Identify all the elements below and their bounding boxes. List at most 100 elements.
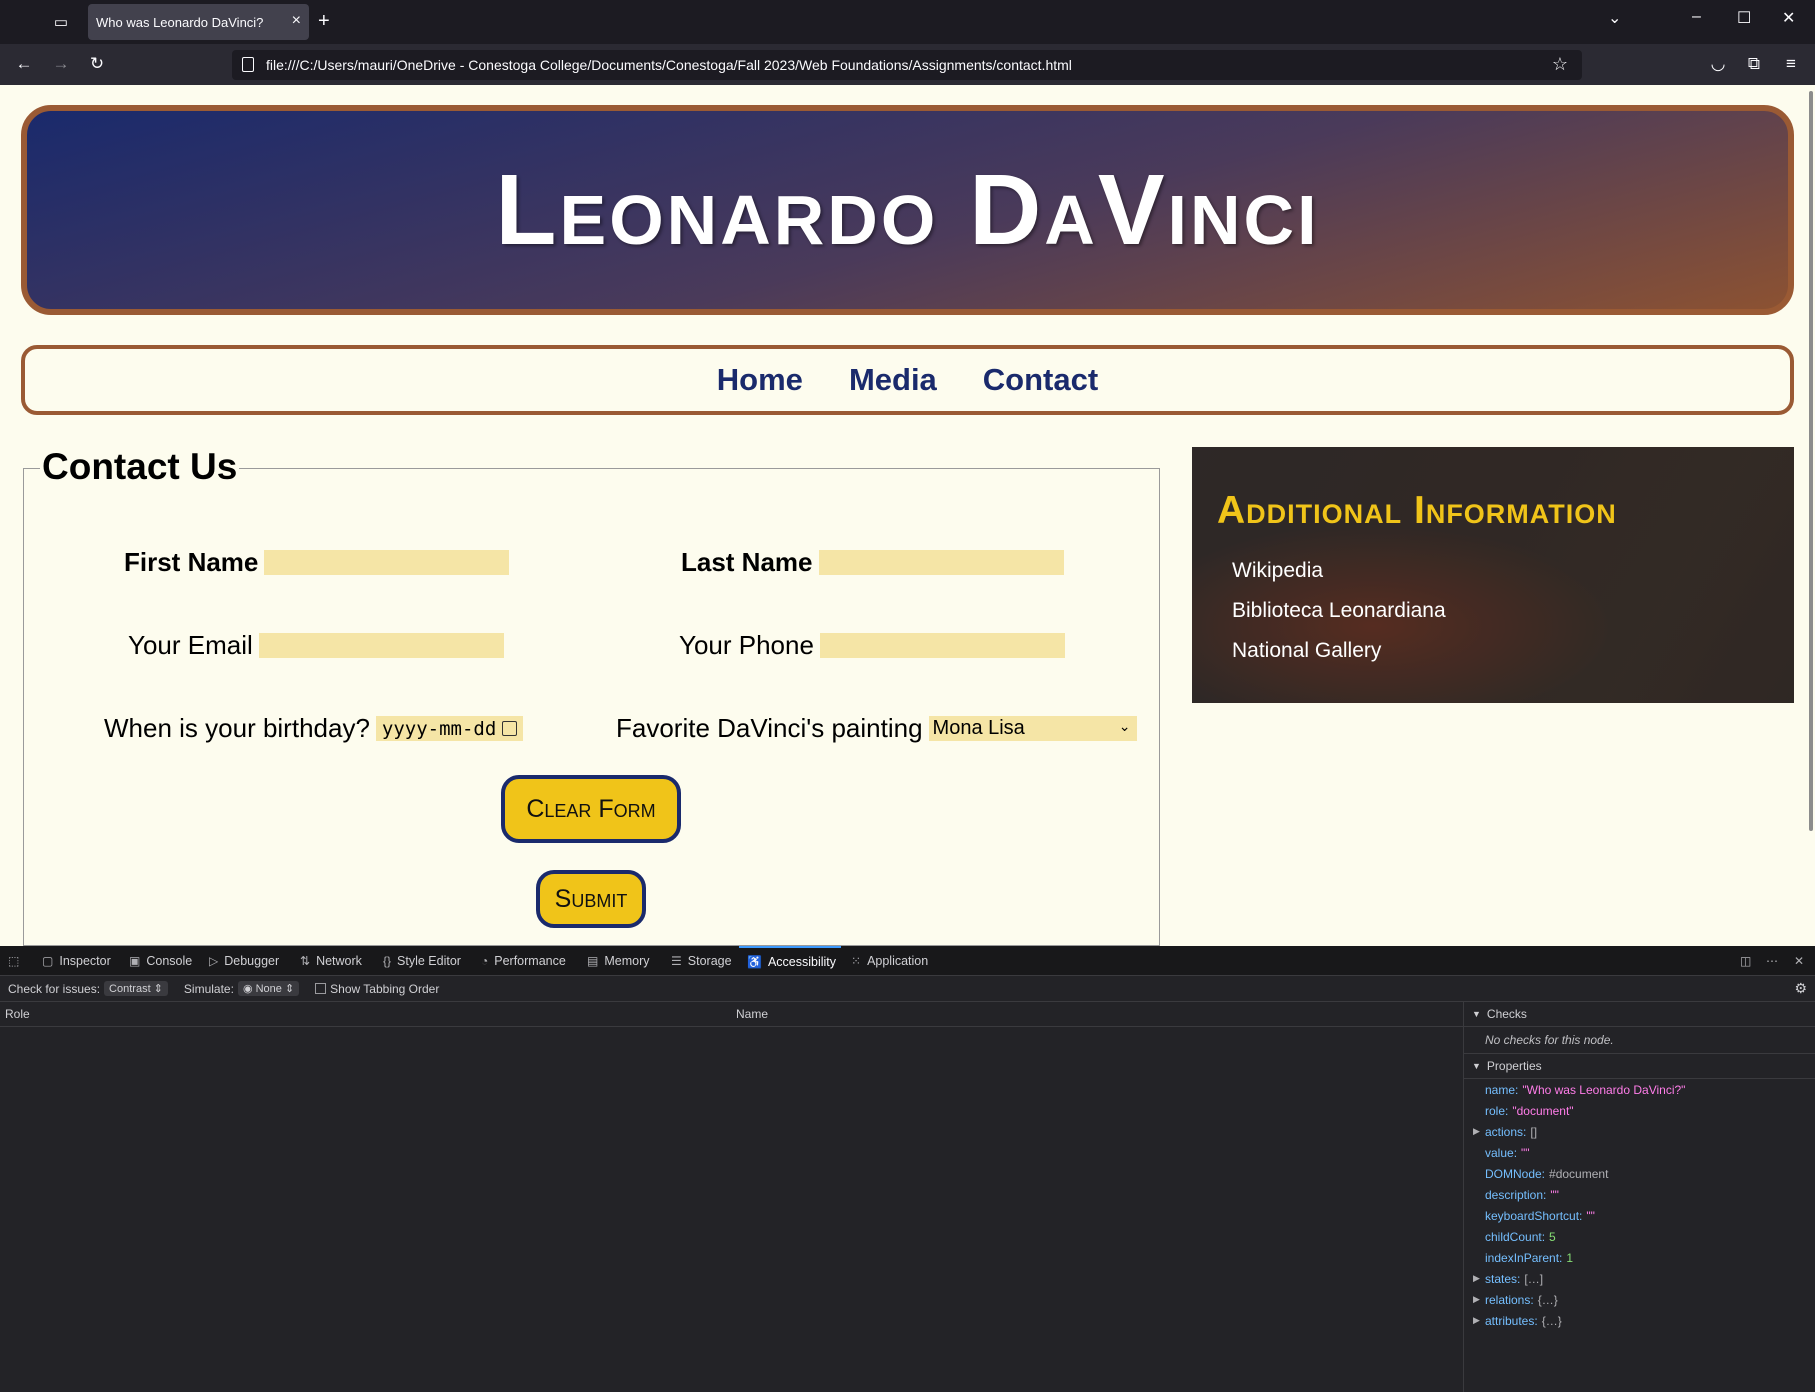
property-key: name: xyxy=(1485,1082,1519,1097)
calendar-icon[interactable] xyxy=(502,721,518,736)
browser-window: ▭ Who was Leonardo DaVinci? × + ⌄ – ☐ ✕ … xyxy=(0,0,1815,1392)
properties-section-header[interactable]: ▼ Properties xyxy=(1464,1054,1815,1079)
email-input[interactable] xyxy=(258,633,504,658)
property-row[interactable]: ▶ states: […] xyxy=(1464,1268,1815,1289)
nav-link-home[interactable]: Home xyxy=(717,362,803,398)
tab-network[interactable]: ⇅ Network xyxy=(300,946,362,976)
tab-application[interactable]: ⁙ Application xyxy=(851,946,928,976)
firefox-view-icon[interactable]: ▭ xyxy=(48,9,74,35)
expand-icon[interactable]: ▶ xyxy=(1473,1273,1480,1284)
tab-label: Memory xyxy=(604,954,650,968)
painting-select[interactable]: Mona Lisa ⌄ xyxy=(928,716,1137,741)
site-header: Leonardo DaVinci xyxy=(21,105,1794,315)
tab-style-editor[interactable]: {} Style Editor xyxy=(383,946,461,976)
reload-icon[interactable]: ↻ xyxy=(85,52,109,76)
property-key: role: xyxy=(1485,1103,1509,1118)
role-column-header[interactable]: Role xyxy=(5,1007,30,1021)
settings-gear-icon[interactable]: ⚙ xyxy=(1794,980,1807,997)
property-row[interactable]: ▶ relations: {…} xyxy=(1464,1289,1815,1310)
phone-label: Your Phone xyxy=(679,630,814,660)
properties-list: name: "Who was Leonardo DaVinci?" role: "do… xyxy=(1464,1079,1815,1331)
close-tab-icon[interactable]: × xyxy=(292,12,301,30)
close-devtools-icon[interactable]: ✕ xyxy=(1794,946,1810,976)
site-nav: Home Media Contact xyxy=(21,345,1794,415)
expand-icon[interactable]: ▶ xyxy=(1473,1294,1480,1305)
expand-icon[interactable]: ▶ xyxy=(1473,1315,1480,1326)
page-viewport: Leonardo DaVinci Home Media Contact Cont… xyxy=(0,85,1815,946)
dock-toggle-icon[interactable]: ◫ xyxy=(1740,946,1757,976)
first-name-row: First Name xyxy=(124,547,510,578)
clear-form-button[interactable]: Clear Form xyxy=(501,775,681,843)
checks-header-label: Checks xyxy=(1486,1007,1527,1021)
birthday-date-input[interactable]: yyyy-mm-dd xyxy=(375,716,524,741)
tab-label: Network xyxy=(316,954,362,968)
close-window-icon[interactable]: ✕ xyxy=(1782,8,1795,28)
maximize-icon[interactable]: ☐ xyxy=(1737,8,1751,28)
tab-accessibility[interactable]: ♿ Accessibility xyxy=(739,946,841,976)
checks-section-header[interactable]: ▼ Checks xyxy=(1464,1002,1815,1027)
property-value: 1 xyxy=(1566,1250,1574,1265)
more-options-icon[interactable]: ⋯ xyxy=(1766,946,1784,976)
link-biblioteca-leonardiana[interactable]: Biblioteca Leonardiana xyxy=(1232,599,1446,623)
tab-debugger[interactable]: ▷ Debugger xyxy=(209,946,279,976)
property-row: childCount: 5 xyxy=(1464,1226,1815,1247)
tab-performance[interactable]: ◔ Performance xyxy=(481,946,566,976)
property-row[interactable]: ▶ attributes: {…} xyxy=(1464,1310,1815,1331)
property-key: DOMNode: xyxy=(1485,1166,1546,1181)
tab-inspector[interactable]: ▢ Inspector xyxy=(42,946,111,976)
page-scrollbar[interactable] xyxy=(1809,91,1813,831)
property-value: #document xyxy=(1549,1166,1609,1181)
network-icon: ⇅ xyxy=(300,954,311,968)
tab-label: Console xyxy=(146,954,193,968)
expand-icon[interactable]: ▶ xyxy=(1473,1126,1480,1137)
bookmark-star-icon[interactable]: ☆ xyxy=(1552,54,1568,75)
tree-header: Role Name xyxy=(0,1002,1463,1027)
check-issues-select[interactable]: Contrast ⇕ xyxy=(104,981,168,996)
tab-storage[interactable]: ☰ Storage xyxy=(671,946,732,976)
simulate-select[interactable]: ◉ None ⇕ xyxy=(237,981,300,996)
tab-label: Accessibility xyxy=(767,955,837,969)
simulate-label: Simulate: xyxy=(183,981,234,996)
nav-link-contact[interactable]: Contact xyxy=(983,362,1098,398)
tabbing-order-checkbox[interactable] xyxy=(315,983,327,994)
email-label: Your Email xyxy=(128,630,253,660)
browser-tab[interactable]: Who was Leonardo DaVinci? × xyxy=(88,4,309,40)
back-icon[interactable]: ← xyxy=(12,52,36,76)
forward-icon[interactable]: → xyxy=(49,52,73,76)
property-value: "Who was Leonardo DaVinci?" xyxy=(1522,1082,1686,1097)
property-row[interactable]: ▶ actions:[] xyxy=(1464,1121,1815,1142)
link-national-gallery[interactable]: National Gallery xyxy=(1232,639,1446,663)
name-column-header[interactable]: Name xyxy=(736,1007,768,1021)
extensions-icon[interactable]: ⧉ xyxy=(1742,52,1766,76)
new-tab-icon[interactable]: + xyxy=(318,9,330,33)
tab-console[interactable]: ▣ Console xyxy=(129,946,192,976)
property-row: indexInParent: 1 xyxy=(1464,1247,1815,1268)
collapse-icon: ▼ xyxy=(1472,1009,1481,1019)
property-row: role: "document" xyxy=(1464,1100,1815,1121)
tabbing-order-label: Show Tabbing Order xyxy=(330,981,440,996)
first-name-input[interactable] xyxy=(264,550,510,575)
url-bar[interactable]: file:///C:/Users/mauri/OneDrive - Conest… xyxy=(232,50,1582,80)
property-key: keyboardShortcut: xyxy=(1485,1208,1583,1223)
property-key: attributes: xyxy=(1485,1313,1538,1328)
nav-link-media[interactable]: Media xyxy=(849,362,937,398)
email-row: Your Email xyxy=(128,630,504,661)
property-value: {…} xyxy=(1541,1313,1562,1328)
menu-icon[interactable]: ≡ xyxy=(1779,52,1803,76)
application-icon: ⁙ xyxy=(851,954,862,968)
checks-note: No checks for this node. xyxy=(1464,1027,1815,1054)
tab-label: Performance xyxy=(494,954,566,968)
check-issues-value: Contrast xyxy=(109,983,151,995)
list-all-tabs-icon[interactable]: ⌄ xyxy=(1608,8,1621,28)
last-name-input[interactable] xyxy=(818,550,1064,575)
link-wikipedia[interactable]: Wikipedia xyxy=(1232,559,1446,583)
pocket-icon[interactable]: ◡ xyxy=(1706,52,1730,76)
phone-input[interactable] xyxy=(819,633,1065,658)
minimize-icon[interactable]: – xyxy=(1692,8,1701,26)
tab-memory[interactable]: ▤ Memory xyxy=(587,946,650,976)
birthday-label: When is your birthday? xyxy=(104,713,370,743)
tab-label: Style Editor xyxy=(397,954,461,968)
property-row: keyboardShortcut: "" xyxy=(1464,1205,1815,1226)
element-picker-icon[interactable]: ⬚ xyxy=(8,946,25,976)
submit-button[interactable]: Submit xyxy=(536,870,646,928)
